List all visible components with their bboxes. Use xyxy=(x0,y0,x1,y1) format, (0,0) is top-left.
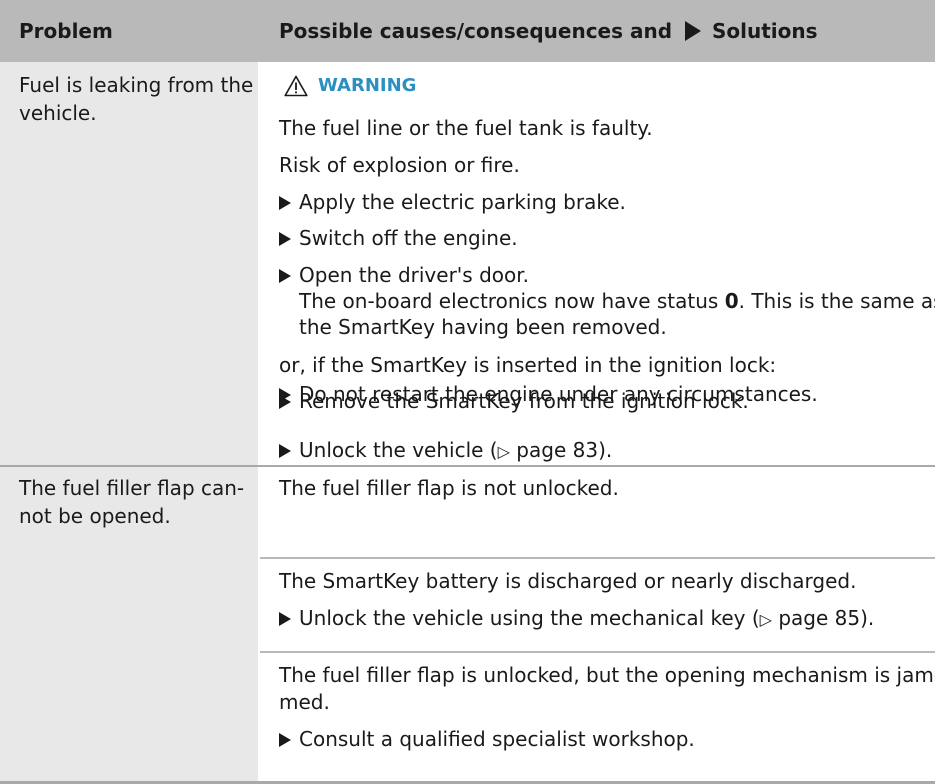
table-header: Problem Possible causes/consequences and… xyxy=(0,0,935,62)
solution-step: Apply the electric parking brake. xyxy=(279,188,626,216)
problem-line: vehicle. xyxy=(19,101,97,125)
page-reference[interactable]: page 85 xyxy=(778,606,860,630)
header-solutions: Possible causes/consequences and Solutio… xyxy=(279,17,818,45)
solution-step: Unlock the vehicle (▷ page 83). xyxy=(279,436,612,466)
bullet-arrow-icon xyxy=(279,388,291,402)
warning-label: WARNING xyxy=(318,75,417,96)
bullet-arrow-icon xyxy=(279,444,291,458)
consequence-text: Risk of explosion or fire. xyxy=(279,153,520,177)
problem-line: not be opened. xyxy=(19,504,171,528)
solution-step: Unlock the vehicle using the mechanical … xyxy=(279,604,874,634)
troubleshooting-table: Problem Possible causes/consequences and… xyxy=(0,0,935,784)
page-reference[interactable]: page 83 xyxy=(516,438,598,462)
bullet-arrow-icon xyxy=(279,232,291,246)
cause-text: The fuel line or the fuel tank is faulty… xyxy=(279,116,653,140)
solution-step: Switch off the engine. xyxy=(279,224,518,252)
cause-text-line2: med. xyxy=(279,690,330,714)
header-problem: Problem xyxy=(19,19,113,43)
solution-step: Do not restart the engine under any circ… xyxy=(279,380,818,408)
block-divider-2 xyxy=(260,651,935,653)
warning-heading: WARNING xyxy=(284,71,416,101)
solution-step: Consult a qualified specialist workshop. xyxy=(279,725,695,753)
solution-step: Open the driver's door. xyxy=(279,261,529,289)
block-divider-1 xyxy=(260,557,935,559)
page-reference-icon: ▷ xyxy=(497,442,510,461)
header-solutions-suffix: Solutions xyxy=(711,19,818,43)
header-solutions-prefix: Possible causes/consequences and xyxy=(279,19,673,43)
problem-fuel-leak: Fuel is leaking from the vehicle. xyxy=(19,71,255,127)
bullet-arrow-icon xyxy=(279,196,291,210)
alternative-condition: or, if the SmartKey is inserted in the i… xyxy=(279,353,777,377)
status-value: 0 xyxy=(724,289,739,313)
status-note-line2: the SmartKey having been removed. xyxy=(299,315,667,339)
status-note: The on-board electronics now have status… xyxy=(299,289,935,313)
warning-triangle-icon xyxy=(284,75,308,97)
page-reference-icon: ▷ xyxy=(759,610,772,629)
column-divider xyxy=(258,62,260,784)
cause-text: The fuel filler flap is not unlocked. xyxy=(279,476,619,500)
problem-line: Fuel is leaking from the xyxy=(19,73,254,97)
cause-text: The SmartKey battery is discharged or ne… xyxy=(279,569,857,593)
problem-filler-flap: The fuel filler flap can- not be opened. xyxy=(19,474,255,530)
cause-text: The fuel filler flap is unlocked, but th… xyxy=(279,663,935,687)
problem-line: The fuel filler flap can- xyxy=(19,476,245,500)
bullet-arrow-icon xyxy=(279,612,291,626)
bullet-arrow-icon xyxy=(279,269,291,283)
solution-arrow-icon xyxy=(685,21,701,41)
bullet-arrow-icon xyxy=(279,733,291,747)
